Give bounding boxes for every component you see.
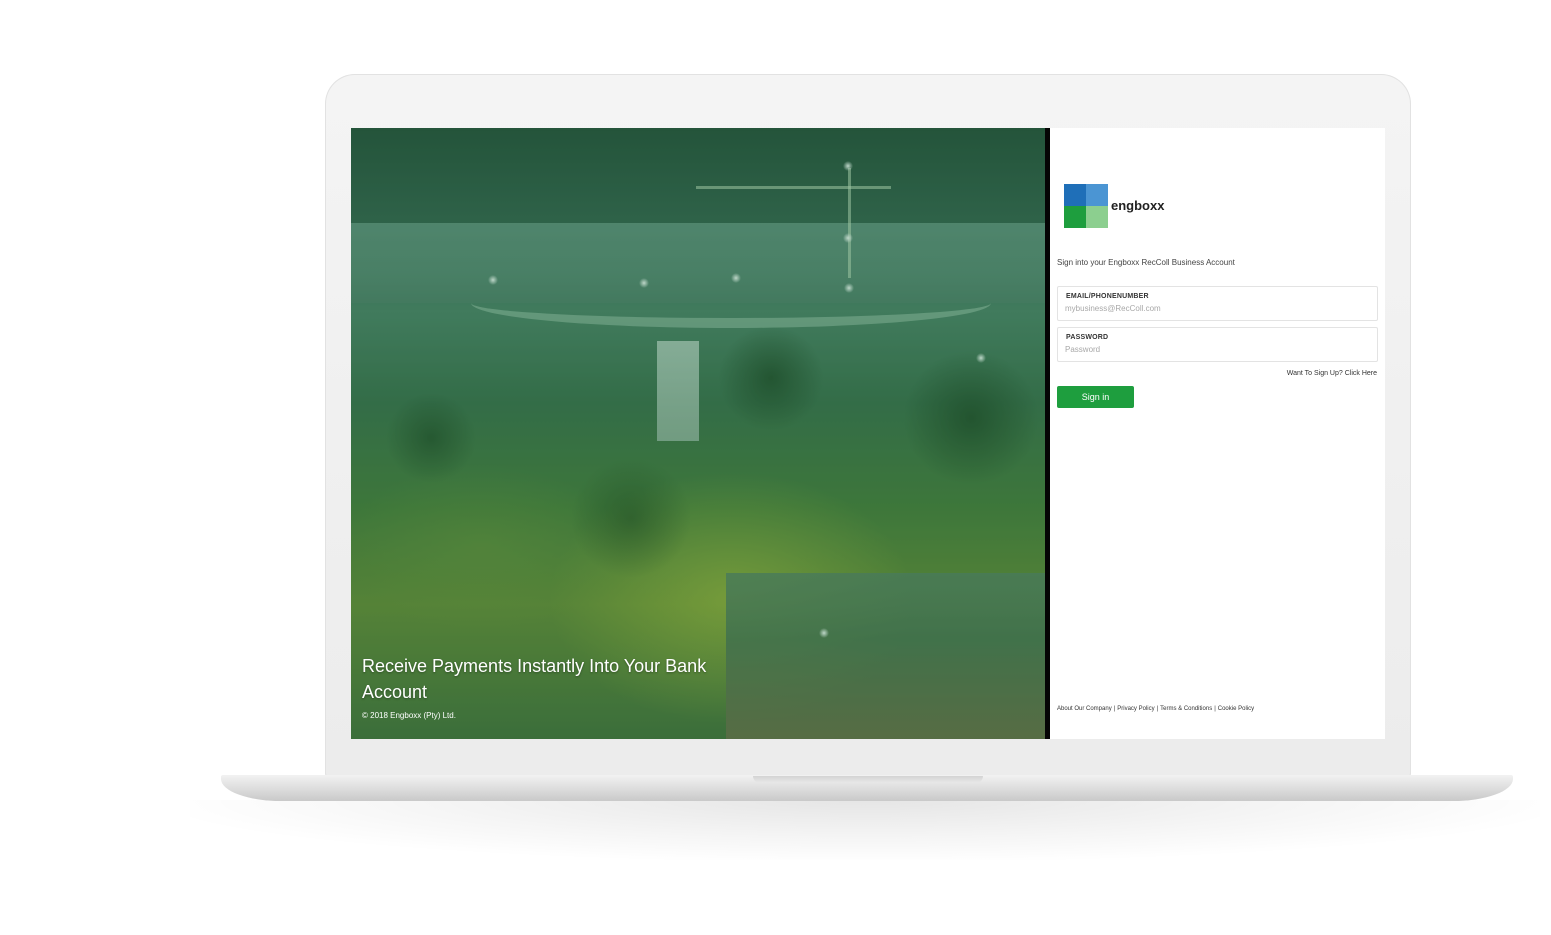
logo-square-top-right — [1086, 184, 1108, 206]
email-input[interactable] — [1065, 302, 1365, 314]
logo-square-bottom-left — [1064, 206, 1086, 228]
footer-separator: | — [1214, 706, 1216, 712]
terms-conditions-link[interactable]: Terms & Conditions — [1160, 706, 1212, 712]
footer-links: About Our Company | Privacy Policy | Terms &… — [1057, 706, 1254, 712]
password-field[interactable]: PASSWORD — [1057, 327, 1378, 362]
cookie-policy-link[interactable]: Cookie Policy — [1218, 706, 1254, 712]
copyright-text: © 2018 Engboxx (Pty) Ltd. — [362, 711, 456, 720]
privacy-policy-link[interactable]: Privacy Policy — [1117, 706, 1154, 712]
hero-green-tint — [351, 128, 1045, 739]
laptop-shadow — [190, 800, 1540, 860]
email-field[interactable]: EMAIL/PHONENUMBER — [1057, 286, 1378, 321]
signup-link[interactable]: Want To Sign Up? Click Here — [1287, 370, 1377, 377]
laptop-screen: Receive Payments Instantly Into Your Ban… — [351, 128, 1385, 739]
email-label: EMAIL/PHONENUMBER — [1066, 293, 1149, 300]
engboxx-logo-icon — [1064, 184, 1108, 228]
footer-separator: | — [1113, 706, 1116, 712]
laptop-notch — [753, 776, 983, 783]
about-company-link[interactable]: About Our Company — [1057, 706, 1112, 712]
password-label: PASSWORD — [1066, 334, 1109, 341]
brand-name: engboxx — [1111, 198, 1165, 213]
hero-headline: Receive Payments Instantly Into Your Ban… — [362, 656, 707, 702]
hero-image: Receive Payments Instantly Into Your Ban… — [351, 128, 1045, 739]
password-input[interactable] — [1065, 343, 1365, 355]
logo-square-bottom-right — [1086, 206, 1108, 228]
sign-in-button[interactable]: Sign in — [1057, 386, 1134, 408]
login-subtitle: Sign into your Engboxx RecColl Business … — [1057, 258, 1235, 267]
login-panel: engboxx Sign into your Engboxx RecColl B… — [1050, 128, 1385, 739]
footer-separator: | — [1156, 706, 1159, 712]
logo-square-top-left — [1064, 184, 1086, 206]
